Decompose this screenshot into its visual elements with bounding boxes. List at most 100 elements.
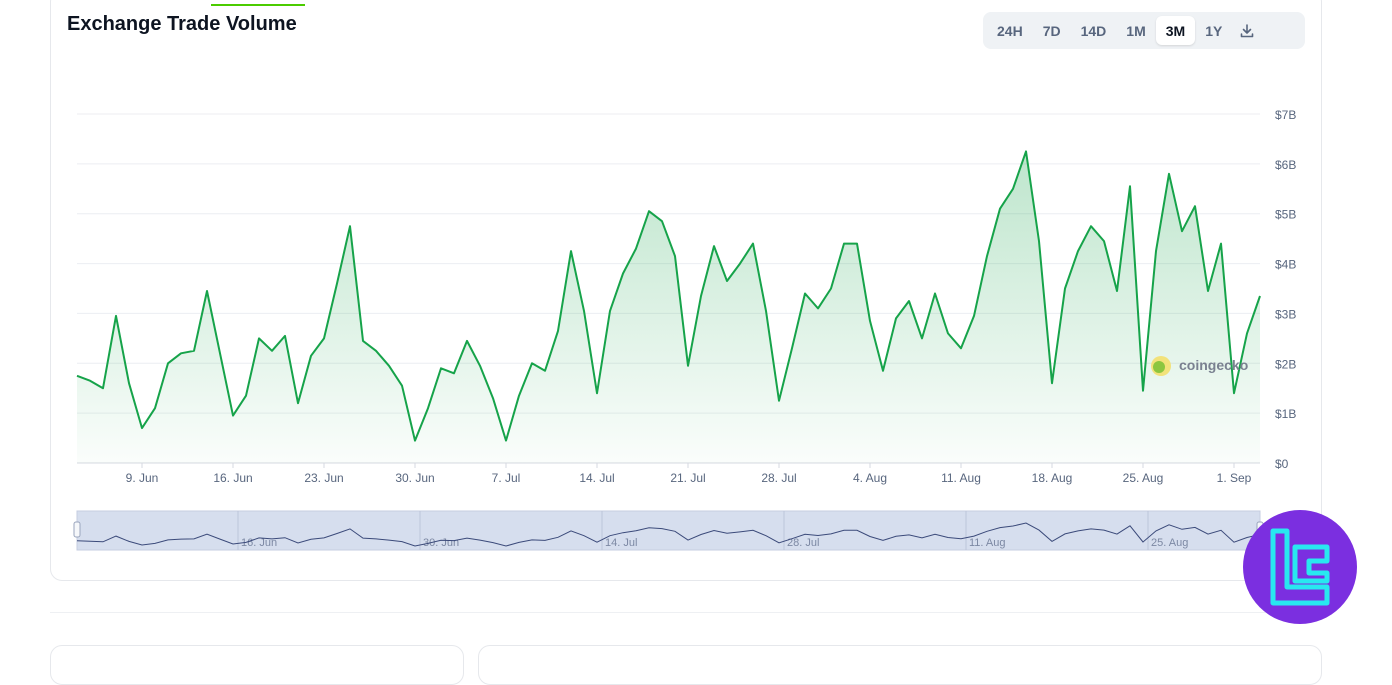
watermark-text: coingecko [1179,357,1248,373]
x-tick-label: 28. Jul [761,471,796,485]
data-point [102,387,104,389]
data-point [180,352,182,354]
data-point [648,210,650,212]
data-point [622,272,624,274]
data-point [427,407,429,409]
data-point [947,332,949,334]
data-point [661,220,663,222]
data-point [830,287,832,289]
y-axis: $0 $1B $2B $3B $4B $5B $6B $7B [1275,108,1296,471]
data-point [856,242,858,244]
x-tick-label: 4. Aug [853,471,887,485]
x-tick-label: 16. Jun [213,471,252,485]
data-point [778,399,780,401]
data-point [999,208,1001,210]
data-point [1129,185,1131,187]
data-point [1051,382,1053,384]
data-point [375,350,377,352]
coingecko-logo-inner [1153,361,1165,373]
brand-logo-badge [1243,510,1357,624]
data-point [882,370,884,372]
data-point [752,242,754,244]
data-point [804,292,806,294]
data-point [817,307,819,309]
x-tick-label: 30. Jun [395,471,434,485]
data-point [557,330,559,332]
data-point [89,380,91,382]
data-point [414,439,416,441]
data-point [1246,332,1248,334]
data-point [934,292,936,294]
data-point [1181,230,1183,232]
data-point [531,362,533,364]
data-point [674,255,676,257]
data-point [843,242,845,244]
data-point [973,315,975,317]
data-point [1233,392,1235,394]
y-tick-label: $4B [1275,258,1296,272]
navigator-label: 14. Jul [605,537,637,549]
data-point [388,365,390,367]
x-tick-label: 7. Jul [492,471,521,485]
y-tick-label: $5B [1275,208,1296,222]
data-point [440,367,442,369]
data-point [362,340,364,342]
data-point [193,350,195,352]
x-tick-label: 25. Aug [1123,471,1164,485]
data-point [167,362,169,364]
data-point [492,397,494,399]
data-point [609,310,611,312]
y-tick-label: $0 [1275,457,1289,471]
data-point [1064,287,1066,289]
x-tick-label: 18. Aug [1032,471,1073,485]
trade-volume-chart: $0 $1B $2B $3B $4B $5B $6B $7B 9. Jun 16. Jun 23.… [73,108,1296,551]
data-point [1025,150,1027,152]
navigator-label: 11. Aug [969,537,1006,549]
data-point [1116,290,1118,292]
data-point [336,282,338,284]
data-point [700,295,702,297]
data-point [154,407,156,409]
data-point [986,255,988,257]
navigator[interactable]: 16. Jun 30. Jun 14. Jul 28. Jul 11. Aug 25. A… [73,510,1264,551]
data-point [453,372,455,374]
data-point [258,337,260,339]
data-point [284,335,286,337]
data-point [1220,242,1222,244]
data-point [232,414,234,416]
data-point [713,245,715,247]
data-point [297,402,299,404]
data-point [1207,290,1209,292]
data-point [349,225,351,227]
x-tick-label: 11. Aug [941,471,981,485]
data-point [960,347,962,349]
data-point [128,382,130,384]
y-tick-label: $6B [1275,158,1296,172]
data-point [518,394,520,396]
data-point [1259,295,1261,297]
y-tick-label: $3B [1275,307,1296,321]
data-point [726,280,728,282]
data-point [1194,205,1196,207]
data-point [570,250,572,252]
bottom-card-right [478,645,1322,685]
data-point [908,300,910,302]
data-point [1168,173,1170,175]
data-point [1012,188,1014,190]
bottom-card-left [50,645,464,685]
data-point [219,352,221,354]
y-tick-label: $7B [1275,108,1296,122]
x-axis: 9. Jun 16. Jun 23. Jun 30. Jun 7. Jul 14. Jul… [126,463,1252,485]
data-point [544,370,546,372]
data-point [765,310,767,312]
data-point [1038,240,1040,242]
navigator-handle-left[interactable] [73,521,81,538]
brand-logo-icon [1270,528,1330,606]
x-tick-label: 23. Jun [304,471,343,485]
data-point [1090,225,1092,227]
data-point [206,290,208,292]
data-point [1077,250,1079,252]
data-point [323,337,325,339]
x-tick-label: 14. Jul [579,471,614,485]
data-point [271,350,273,352]
